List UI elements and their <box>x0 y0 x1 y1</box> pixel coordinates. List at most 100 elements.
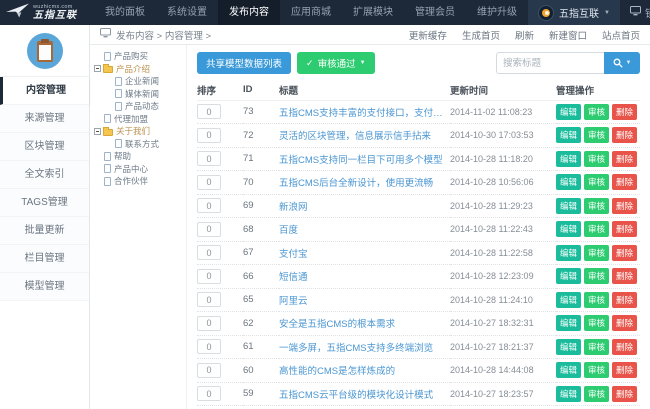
sort-input[interactable] <box>197 128 221 143</box>
tree-item[interactable]: 关于我们 <box>92 125 184 138</box>
breadcrumb-action-link[interactable]: 生成首页 <box>462 28 500 42</box>
tree-item[interactable]: 帮助 <box>92 150 184 163</box>
edit-button[interactable]: 编辑 <box>556 174 581 190</box>
topnav-item[interactable]: 我的面板 <box>94 0 156 25</box>
topnav-item[interactable]: 扩展模块 <box>342 0 404 25</box>
tree-item[interactable]: 产品购买 <box>92 50 184 63</box>
sort-input[interactable] <box>197 386 221 401</box>
content-title-link[interactable]: 五指CMS云平台级的模块化设计模式 <box>279 387 450 401</box>
content-title-link[interactable]: 阿里云 <box>279 293 450 307</box>
topnav-item[interactable]: 维护升级 <box>466 0 528 25</box>
tree-collapse-icon[interactable] <box>94 65 101 72</box>
edit-button[interactable]: 编辑 <box>556 315 581 331</box>
delete-button[interactable]: 删除 <box>612 339 637 355</box>
content-title-link[interactable]: 百度 <box>279 222 450 236</box>
approve-button[interactable]: 审核 <box>584 362 609 378</box>
topnav-item[interactable]: 应用商城 <box>280 0 342 25</box>
edit-button[interactable]: 编辑 <box>556 104 581 120</box>
edit-button[interactable]: 编辑 <box>556 198 581 214</box>
edit-button[interactable]: 编辑 <box>556 245 581 261</box>
content-title-link[interactable]: 五指CMS支持同一栏目下可用多个模型 <box>279 152 450 166</box>
edit-button[interactable]: 编辑 <box>556 386 581 402</box>
content-title-link[interactable]: 灵活的区块管理，信息展示信手拈来 <box>279 128 450 142</box>
delete-button[interactable]: 删除 <box>612 198 637 214</box>
tree-item[interactable]: 企业新闻 <box>92 75 184 88</box>
search-button[interactable]: ▼ <box>604 52 640 74</box>
breadcrumb-action-link[interactable]: 新建窗口 <box>549 28 587 42</box>
edit-button[interactable]: 编辑 <box>556 268 581 284</box>
sidebar-item[interactable]: 来源管理 <box>0 105 89 133</box>
edit-button[interactable]: 编辑 <box>556 292 581 308</box>
approve-button[interactable]: 审核 <box>584 386 609 402</box>
user-menu[interactable]: 五指互联 ▼ <box>528 0 620 25</box>
breadcrumb-action-link[interactable]: 站点首页 <box>602 28 640 42</box>
sort-input[interactable] <box>197 245 221 260</box>
approve-button[interactable]: 审核 <box>584 292 609 308</box>
delete-button[interactable]: 删除 <box>612 174 637 190</box>
approve-button[interactable]: 审核 <box>584 268 609 284</box>
sort-input[interactable] <box>197 175 221 190</box>
approve-button[interactable]: 审核 <box>584 174 609 190</box>
tree-item[interactable]: 媒体新闻 <box>92 88 184 101</box>
delete-button[interactable]: 删除 <box>612 386 637 402</box>
sort-input[interactable] <box>197 104 221 119</box>
edit-button[interactable]: 编辑 <box>556 362 581 378</box>
approve-button[interactable]: 审核 <box>584 127 609 143</box>
edit-button[interactable]: 编辑 <box>556 127 581 143</box>
delete-button[interactable]: 删除 <box>612 127 637 143</box>
topnav-item[interactable]: 管理会员 <box>404 0 466 25</box>
approve-dropdown-button[interactable]: ✓ 审核通过 ▼ <box>297 52 375 74</box>
brand-logo[interactable]: wuzhicms.com 五指互联 <box>0 0 94 25</box>
tree-item[interactable]: 联系方式 <box>92 138 184 151</box>
content-title-link[interactable]: 高性能的CMS是怎样炼成的 <box>279 363 450 377</box>
delete-button[interactable]: 删除 <box>612 362 637 378</box>
topnav-item[interactable]: 系统设置 <box>156 0 218 25</box>
sidebar-item[interactable]: 模型管理 <box>0 273 89 301</box>
content-title-link[interactable]: 五指CMS后台全新设计，使用更流畅 <box>279 175 450 189</box>
sidebar-item[interactable]: TAGS管理 <box>0 189 89 217</box>
sidebar-item[interactable]: 栏目管理 <box>0 245 89 273</box>
sort-input[interactable] <box>197 316 221 331</box>
content-title-link[interactable]: 支付宝 <box>279 246 450 260</box>
delete-button[interactable]: 删除 <box>612 245 637 261</box>
content-title-link[interactable]: 短信通 <box>279 269 450 283</box>
content-title-link[interactable]: 新浪网 <box>279 199 450 213</box>
delete-button[interactable]: 删除 <box>612 292 637 308</box>
sidebar-item[interactable]: 批量更新 <box>0 217 89 245</box>
edit-button[interactable]: 编辑 <box>556 221 581 237</box>
shared-model-list-button[interactable]: 共享模型数据列表 <box>197 52 291 74</box>
content-title-link[interactable]: 一端多屏，五指CMS支持多终端浏览 <box>279 340 450 354</box>
tree-collapse-icon[interactable] <box>94 128 101 135</box>
sort-input[interactable] <box>197 339 221 354</box>
tree-item[interactable]: 合作伙伴 <box>92 175 184 188</box>
approve-button[interactable]: 审核 <box>584 221 609 237</box>
sort-input[interactable] <box>197 363 221 378</box>
approve-button[interactable]: 审核 <box>584 315 609 331</box>
delete-button[interactable]: 删除 <box>612 104 637 120</box>
sidebar-item[interactable]: 区块管理 <box>0 133 89 161</box>
delete-button[interactable]: 删除 <box>612 151 637 167</box>
sort-input[interactable] <box>197 269 221 284</box>
breadcrumb-action-link[interactable]: 刷新 <box>515 28 534 42</box>
approve-button[interactable]: 审核 <box>584 245 609 261</box>
content-title-link[interactable]: 安全是五指CMS的根本需求 <box>279 316 450 330</box>
search-input[interactable] <box>496 52 604 74</box>
sidebar-item[interactable]: 全文索引 <box>0 161 89 189</box>
sidebar-item[interactable]: 内容管理 <box>0 77 89 105</box>
delete-button[interactable]: 删除 <box>612 268 637 284</box>
sort-input[interactable] <box>197 151 221 166</box>
tree-item[interactable]: 产品介绍 <box>92 63 184 76</box>
sort-input[interactable] <box>197 292 221 307</box>
approve-button[interactable]: 审核 <box>584 104 609 120</box>
edit-button[interactable]: 编辑 <box>556 151 581 167</box>
approve-button[interactable]: 审核 <box>584 151 609 167</box>
sort-input[interactable] <box>197 198 221 213</box>
delete-button[interactable]: 删除 <box>612 221 637 237</box>
topnav-item[interactable]: 发布内容 <box>218 0 280 25</box>
tree-item[interactable]: 产品动态 <box>92 100 184 113</box>
sort-input[interactable] <box>197 222 221 237</box>
edit-button[interactable]: 编辑 <box>556 339 581 355</box>
approve-button[interactable]: 审核 <box>584 339 609 355</box>
tree-item[interactable]: 产品中心 <box>92 163 184 176</box>
delete-button[interactable]: 删除 <box>612 315 637 331</box>
